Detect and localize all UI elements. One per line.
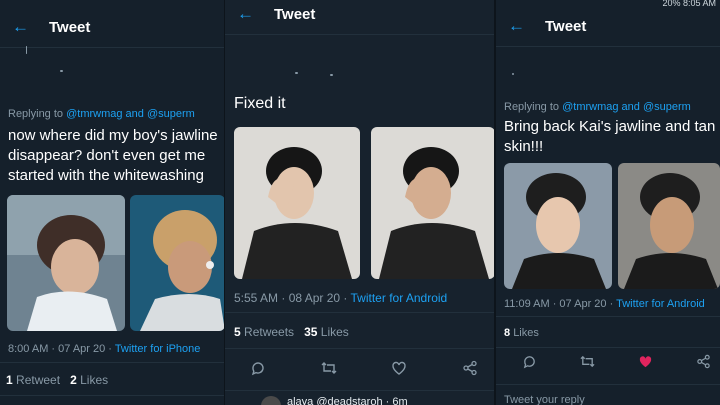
tweet-header: ← Tweet — [225, 0, 495, 35]
page-title: Tweet — [49, 18, 91, 36]
replying-to: Replying to @tmrwmag and @superm — [504, 101, 691, 113]
page-title: Tweet — [274, 5, 316, 23]
tweet-time: 8:00 AM · 07 Apr 20 · — [8, 343, 115, 355]
cropped-name-mark — [60, 70, 63, 72]
divider — [0, 362, 225, 363]
tweet-source[interactable]: Twitter for Android — [616, 298, 705, 310]
divider — [225, 348, 495, 349]
tweet-actions — [247, 360, 481, 380]
tweet-stats: 5 Retweets 35 Likes — [234, 325, 349, 339]
tweet-image-2[interactable] — [130, 195, 225, 331]
like-label[interactable]: Likes — [513, 327, 539, 339]
tweet-text: Fixed it — [234, 95, 286, 112]
replying-to: Replying to @tmrwmag and @superm — [8, 108, 195, 120]
share-icon[interactable] — [459, 360, 481, 381]
tweet-text: Bring back Kai's jawline and tan skin!!! — [504, 118, 716, 155]
heart-icon[interactable] — [634, 354, 656, 374]
mention-link[interactable]: @tmrwmag and @superm — [562, 101, 691, 113]
divider — [225, 312, 495, 313]
share-icon[interactable] — [692, 354, 714, 374]
retweet-label[interactable]: Retweets — [244, 325, 294, 339]
cropped-name-mark — [330, 74, 333, 76]
tweet-meta: 5:55 AM · 08 Apr 20 · Twitter for Androi… — [234, 291, 447, 305]
tweet-panel-left: ← Tweet Replying to @tmrwmag and @superm… — [0, 0, 225, 405]
like-count[interactable]: 35 — [304, 325, 317, 339]
cropped-name-mark — [295, 72, 298, 74]
mention-link[interactable]: @tmrwmag and @superm — [66, 108, 195, 120]
divider — [496, 347, 720, 348]
tweet-stats: 8 Likes — [504, 327, 539, 339]
divider — [225, 390, 495, 391]
page-title: Tweet — [545, 17, 587, 35]
like-label[interactable]: Likes — [321, 325, 349, 339]
reply-input[interactable]: Tweet your reply — [504, 394, 585, 405]
retweet-icon[interactable] — [318, 360, 340, 381]
retweet-label[interactable]: Retweet — [16, 373, 60, 387]
tweet-stats: 1 Retweet 2 Likes — [6, 373, 108, 387]
tweet-panel-right: 20% 8:05 AM ← Tweet Replying to @tmrwmag… — [496, 0, 720, 405]
tweet-source[interactable]: Twitter for iPhone — [115, 343, 201, 355]
heart-icon[interactable] — [388, 360, 410, 381]
back-arrow-icon[interactable]: ← — [508, 16, 525, 36]
retweet-count[interactable]: 5 — [234, 325, 241, 339]
tweet-time: 11:09 AM · 07 Apr 20 · — [504, 298, 617, 310]
retweet-count[interactable]: 1 — [6, 373, 13, 387]
back-arrow-icon[interactable]: ← — [237, 4, 254, 24]
cropped-name-mark — [512, 73, 514, 75]
tweet-image-1[interactable] — [7, 195, 125, 331]
divider — [0, 395, 225, 396]
divider — [496, 384, 720, 385]
tweet-meta: 11:09 AM · 07 Apr 20 · Twitter for Andro… — [504, 298, 705, 310]
like-count[interactable]: 2 — [70, 373, 77, 387]
tweet-image-2[interactable] — [618, 163, 720, 289]
divider — [496, 316, 720, 317]
avatar[interactable] — [261, 396, 281, 405]
replying-prefix: Replying to — [8, 108, 64, 120]
like-count[interactable]: 8 — [504, 327, 510, 339]
tweet-meta: 8:00 AM · 07 Apr 20 · Twitter for iPhone — [8, 343, 200, 355]
cropped-avatar-mark — [26, 46, 27, 54]
reply-icon[interactable] — [247, 360, 269, 381]
status-bar — [0, 0, 225, 6]
tweet-actions — [518, 354, 714, 374]
tweet-image-2[interactable] — [371, 127, 495, 279]
reply-icon[interactable] — [518, 354, 540, 374]
tweet-text: now where did my boy's jawline disappear… — [8, 127, 218, 184]
back-arrow-icon[interactable]: ← — [12, 17, 29, 37]
tweet-time: 5:55 AM · 08 Apr 20 · — [234, 291, 351, 305]
tweet-image-1[interactable] — [504, 163, 612, 289]
replying-prefix: Replying to — [504, 101, 560, 113]
retweet-icon[interactable] — [576, 354, 598, 374]
tweet-header: ← Tweet — [0, 7, 225, 48]
tweet-source[interactable]: Twitter for Android — [351, 291, 448, 305]
like-label[interactable]: Likes — [80, 373, 108, 387]
reply-preview[interactable]: alaya @deadstaroh · 6m — [287, 396, 408, 405]
tweet-image-1[interactable] — [234, 127, 360, 279]
tweet-panel-middle: ← Tweet Fixed it 5:55 AM · 08 Apr 20 · T… — [225, 0, 495, 405]
tweet-header: ← Tweet — [496, 6, 720, 47]
